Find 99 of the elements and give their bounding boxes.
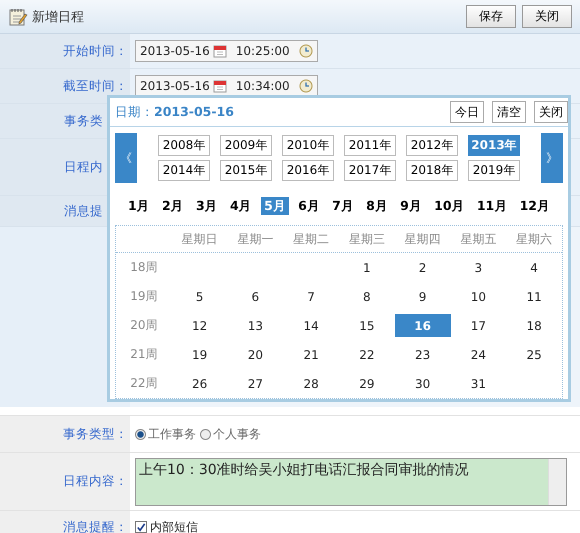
month-option[interactable]: 12月 [516,197,553,215]
day-cell[interactable]: 23 [394,343,450,366]
year-option[interactable]: 2014年 [158,160,210,181]
day-cell[interactable]: 5 [172,285,228,308]
day-cell[interactable]: 17 [450,314,506,337]
day-cell[interactable]: 19 [172,343,228,366]
notepad-icon [8,6,28,26]
next-button[interactable]: 》 [541,133,563,183]
calendar-icon [212,44,227,58]
datetime-field[interactable]: 2013-05-16 10:25:00 [135,40,318,62]
month-option[interactable]: 4月 [227,197,255,215]
year-option[interactable]: 2015年 [220,160,272,181]
month-option[interactable]: 1月 [125,197,153,215]
day-cell[interactable]: 27 [228,372,284,395]
month-option[interactable]: 8月 [363,197,391,215]
day-cell[interactable]: 12 [172,314,228,337]
day-cell[interactable]: 20 [228,343,284,366]
day-cell[interactable]: 31 [450,372,506,395]
day-cell[interactable]: 26 [172,372,228,395]
year-option[interactable]: 2019年 [468,160,520,181]
day-cell[interactable]: 6 [228,285,284,308]
checkbox-label: 内部短信 [150,518,198,533]
day-cell[interactable]: 1 [339,256,395,279]
field-label: 日程内 [64,158,103,176]
day-cell[interactable]: 7 [283,285,339,308]
picker-button[interactable]: 清空 [492,101,526,123]
week-number: 19周 [129,288,159,305]
clock-icon [298,79,313,93]
day-cell[interactable]: 2 [394,256,450,279]
month-option[interactable]: 3月 [193,197,221,215]
day-cell[interactable]: 22 [339,343,395,366]
month-option[interactable]: 11月 [474,197,510,215]
day-cell[interactable]: 9 [394,285,450,308]
day-cell[interactable]: 15 [339,314,395,337]
datetime-field[interactable]: 2013-05-16 10:34:00 [135,75,318,97]
year-option[interactable]: 2018年 [406,160,458,181]
day-cell[interactable]: 30 [394,372,450,395]
clock-icon [298,44,313,58]
week-number: 18周 [129,259,159,276]
day-cell[interactable]: 24 [450,343,506,366]
field-label: 截至时间： [63,78,128,94]
day-cell[interactable]: 16 [394,314,450,337]
header-button[interactable]: 保存 [466,5,516,28]
picker-date: 日期：2013-05-16 [115,104,234,120]
month-option[interactable]: 7月 [329,197,357,215]
day-cell[interactable]: 29 [339,372,395,395]
year-option[interactable]: 2010年 [282,135,334,156]
week-number: 20周 [129,317,159,334]
month-option[interactable]: 9月 [397,197,425,215]
previous-button[interactable]: 《 [115,133,137,183]
day-cell[interactable]: 21 [283,343,339,366]
radio-label: 工作事务 [148,426,196,442]
picker-button[interactable]: 今日 [450,101,484,123]
weekday-header: 星期三 [348,230,386,248]
day-cell[interactable]: 10 [450,285,506,308]
month-option[interactable]: 5月 [261,197,289,215]
radio-button[interactable] [200,428,211,440]
field-label: 消息提醒： [63,518,128,533]
weekday-header: 星期日 [180,230,219,248]
window-title: 新增日程 [32,8,84,26]
week-number: 21周 [129,346,159,363]
weekday-header: 星期五 [459,230,498,248]
month-option[interactable]: 6月 [295,197,323,215]
day-cell[interactable]: 18 [506,314,562,337]
checkbox[interactable] [135,521,147,533]
day-cell[interactable]: 25 [506,343,562,366]
year-option[interactable]: 2008年 [158,135,210,156]
day-cell[interactable]: 28 [283,372,339,395]
radio-button[interactable] [135,428,146,440]
year-option[interactable]: 2009年 [220,135,272,156]
day-cell[interactable]: 13 [228,314,284,337]
week-number: 22周 [129,375,159,392]
year-option[interactable]: 2016年 [282,160,334,181]
picker-button[interactable]: 关闭 [534,101,568,123]
day-cell[interactable]: 14 [283,314,339,337]
field-label: 事务类 [64,112,103,130]
day-cell[interactable]: 4 [506,256,562,279]
radio-label: 个人事务 [213,426,261,442]
weekday-header: 星期一 [236,230,274,248]
weekday-header: 星期六 [515,230,554,248]
day-cell[interactable]: 3 [450,256,506,279]
year-option[interactable]: 2013年 [468,135,520,156]
month-option[interactable]: 2月 [159,197,187,215]
month-option[interactable]: 10月 [431,197,468,215]
weekday-header: 星期二 [292,230,330,248]
field-label: 开始时间： [63,42,128,60]
field-label: 事务类型： [63,426,128,442]
scrollbar[interactable] [548,458,566,504]
year-option[interactable]: 2012年 [406,135,458,156]
calendar-icon [212,79,227,93]
weekday-header: 星期四 [404,230,442,248]
year-option[interactable]: 2017年 [344,160,396,181]
text-area[interactable]: 上午10：30准时给吴小姐打电话汇报合同审批的情况 [135,458,567,506]
year-option[interactable]: 2011年 [344,135,396,156]
day-cell[interactable]: 11 [506,285,562,308]
day-cell[interactable]: 8 [339,285,395,308]
field-label: 日程内容： [63,473,128,490]
field-label: 消息提 [64,202,103,220]
header-button[interactable]: 关闭 [522,5,572,28]
